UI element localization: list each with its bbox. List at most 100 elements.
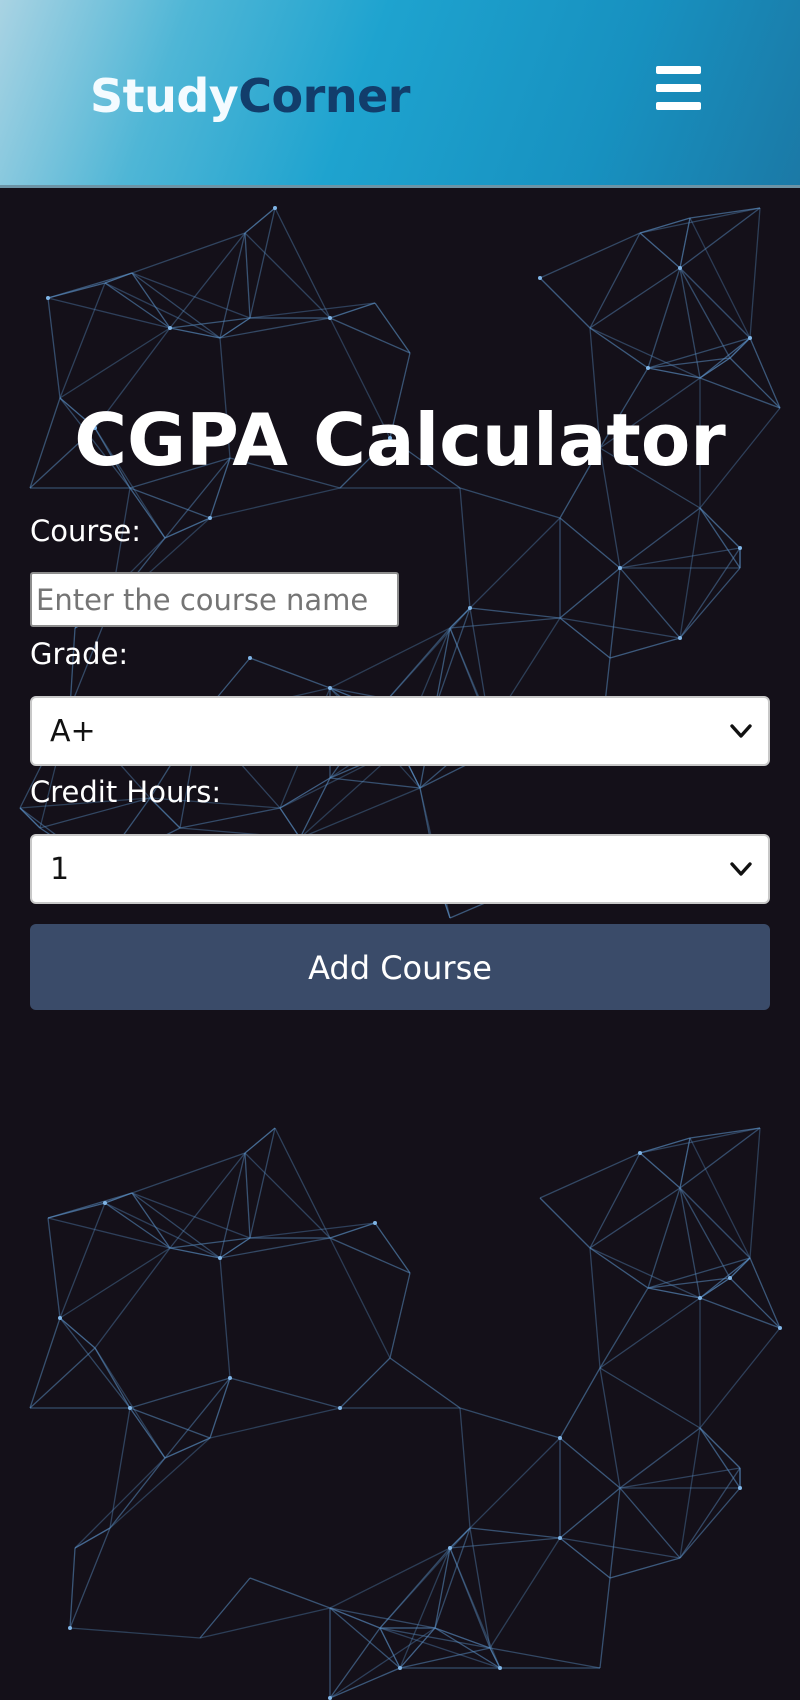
network-line	[389, 1272, 411, 1359]
network-line	[469, 1437, 561, 1529]
network-line	[619, 507, 701, 569]
network-node	[778, 1326, 782, 1330]
network-line	[104, 282, 221, 339]
network-line	[559, 567, 621, 619]
credit-hours-select[interactable]: 1	[30, 834, 770, 904]
network-line	[164, 1437, 211, 1459]
network-line	[699, 1327, 781, 1429]
network-line	[244, 232, 251, 319]
menu-line	[656, 66, 701, 74]
network-line	[164, 1377, 231, 1459]
network-line	[399, 1647, 491, 1669]
network-line	[609, 567, 621, 659]
network-node	[558, 1436, 562, 1440]
network-line	[131, 1152, 246, 1194]
page-title: CGPA Calculator	[74, 398, 726, 482]
network-line	[699, 1427, 741, 1469]
network-node	[273, 206, 277, 210]
network-line	[379, 1627, 501, 1669]
network-line	[47, 272, 133, 299]
network-line	[589, 327, 649, 369]
network-line	[249, 302, 376, 319]
network-line	[589, 1247, 649, 1289]
network-line	[229, 1377, 341, 1409]
network-line	[94, 1347, 166, 1459]
network-node	[498, 1666, 502, 1670]
network-line	[459, 487, 471, 609]
network-line	[639, 232, 681, 269]
network-node	[328, 686, 332, 690]
network-line	[434, 607, 471, 709]
course-label: Course:	[30, 514, 142, 548]
network-line	[639, 217, 691, 234]
hamburger-menu-icon[interactable]	[656, 66, 701, 110]
network-line	[199, 1607, 331, 1639]
network-line	[559, 1487, 621, 1539]
network-node	[448, 1546, 452, 1550]
network-line	[199, 1577, 251, 1639]
network-line	[329, 1627, 436, 1699]
network-line	[589, 267, 681, 329]
network-node	[646, 366, 650, 370]
page: StudyCorner CGPA Calculator Course: Grad…	[0, 0, 800, 1700]
network-line	[179, 807, 281, 829]
network-line	[559, 1537, 611, 1579]
network-line	[59, 1317, 96, 1349]
network-line	[539, 1152, 641, 1199]
network-node	[618, 566, 622, 570]
network-line	[244, 1152, 251, 1239]
network-line	[329, 1607, 381, 1629]
network-line	[589, 1152, 641, 1249]
network-line	[59, 1202, 106, 1319]
add-course-button[interactable]: Add Course	[30, 924, 770, 1010]
network-line	[749, 1127, 761, 1259]
network-line	[459, 1407, 561, 1439]
network-line	[459, 487, 561, 519]
network-node	[738, 546, 742, 550]
network-node	[103, 1201, 107, 1205]
network-line	[619, 567, 681, 639]
network-line	[469, 1527, 561, 1539]
network-node	[538, 276, 542, 280]
network-line	[647, 267, 681, 369]
network-line	[639, 1152, 681, 1189]
network-node	[218, 1256, 222, 1260]
network-node	[738, 1486, 742, 1490]
network-node	[558, 1536, 562, 1540]
network-line	[274, 207, 331, 319]
network-line	[559, 617, 681, 639]
network-line	[69, 1627, 201, 1639]
network-line	[434, 1547, 451, 1629]
network-line	[539, 277, 591, 329]
network-node	[46, 296, 50, 300]
network-line	[131, 272, 251, 319]
brand-logo[interactable]: StudyCorner	[90, 68, 410, 124]
network-line	[434, 1527, 471, 1629]
network-line	[59, 282, 106, 399]
network-line	[679, 1127, 761, 1189]
network-line	[459, 1407, 471, 1529]
network-line	[749, 337, 781, 409]
brand-part-study: Study	[90, 69, 239, 123]
network-node	[373, 1221, 377, 1225]
network-line	[619, 1427, 701, 1489]
network-node	[398, 1666, 402, 1670]
network-line	[244, 1152, 331, 1239]
grade-select[interactable]: A+	[30, 696, 770, 766]
network-line	[749, 1257, 781, 1329]
network-line	[539, 232, 641, 279]
network-line	[559, 617, 611, 659]
network-line	[469, 607, 561, 619]
network-line	[679, 217, 691, 269]
network-line	[559, 517, 621, 569]
network-line	[339, 1357, 391, 1409]
network-line	[469, 517, 561, 609]
network-line	[249, 1127, 276, 1239]
network-line	[559, 1367, 601, 1439]
network-node	[678, 636, 682, 640]
network-line	[219, 1257, 231, 1379]
network-line	[539, 1197, 591, 1249]
network-line	[679, 207, 761, 269]
network-line	[609, 637, 681, 659]
course-name-input[interactable]	[30, 572, 399, 627]
